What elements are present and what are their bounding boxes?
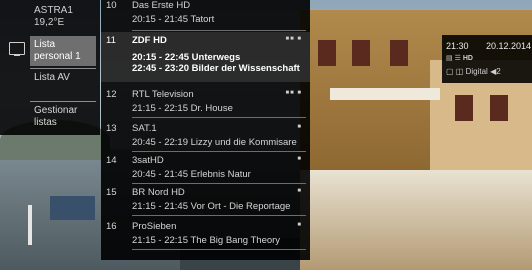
window [352, 40, 370, 66]
teletext-icon: ☰ [454, 55, 461, 62]
satellite-header: ASTRA1 19,2°E [34, 5, 98, 29]
channel-name: ProSieben [132, 221, 177, 232]
channel-number: 15 [106, 187, 117, 198]
window [490, 95, 508, 121]
channel-row[interactable]: 16 ProSieben ■ 21:15 - 22:15 The Big Ban… [101, 218, 310, 250]
channel-flags-icon: ■■ ■ [285, 36, 302, 42]
channel-name: RTL Television [132, 89, 194, 100]
progress-bar [132, 215, 306, 216]
channel-flags-icon: ■ [297, 124, 302, 130]
channel-number: 14 [106, 155, 117, 166]
tv-icon: ▢ [446, 67, 454, 76]
menu-item-lista-av[interactable]: Lista AV [30, 69, 96, 87]
menu-item-gestionar-listas[interactable]: Gestionar listas [30, 102, 96, 132]
channel-list: 10 Das Erste HD 20:15 - 21:45 Tatort 11 … [101, 0, 310, 260]
audio-label: Digital [465, 67, 488, 76]
small-boat [50, 196, 95, 220]
audio-count: 2 [496, 67, 501, 76]
next-program: 22:45 - 23:20 Bilder der Wissenschaft [132, 63, 300, 74]
progress-bar [132, 30, 306, 31]
channel-flags-icon: ■ [297, 188, 302, 194]
mast [28, 205, 32, 245]
current-program: 21:15 - 22:15 The Big Bang Theory [132, 235, 281, 246]
channel-number: 13 [106, 123, 117, 134]
audio-info: ▢ ◫ Digital ◀2 [446, 67, 501, 76]
channel-number: 10 [106, 0, 117, 11]
channel-row-selected[interactable]: 11 ZDF HD ■■ ■ 20:15 - 22:45 Unterwegs 2… [101, 32, 310, 82]
date: 20.12.2014 [486, 41, 532, 51]
clock-time: 21:30 [446, 41, 469, 51]
channel-row[interactable]: 12 RTL Television ■■ ■ 21:15 - 22:15 Dr.… [101, 86, 310, 118]
channel-name: ZDF HD [132, 35, 167, 46]
channel-name: SAT.1 [132, 123, 157, 134]
channel-flags-icon: ■ [297, 222, 302, 228]
dolby-icon: ◫ [455, 67, 464, 76]
subtitle-icon: ▤ [446, 55, 453, 62]
channel-flags-icon: ■ [297, 156, 302, 162]
channel-row[interactable]: 13 SAT.1 ■ 20:45 - 22:19 Lizzy und die K… [101, 120, 310, 152]
channel-row[interactable]: 10 Das Erste HD 20:15 - 21:45 Tatort [101, 0, 310, 31]
channel-name: Das Erste HD [132, 0, 191, 11]
channel-row[interactable]: 15 BR Nord HD ■ 21:15 - 21:45 Vor Ort - … [101, 184, 310, 216]
channel-name: BR Nord HD [132, 187, 185, 198]
satellite-menu: ASTRA1 19,2°E Lista personal 1 Lista AV … [0, 0, 100, 135]
channel-flags-icon: ■■ ■ [285, 90, 302, 96]
current-program: 20:15 - 21:45 Tatort [132, 14, 215, 25]
boat [300, 170, 532, 270]
progress-bar [132, 117, 306, 118]
window [455, 95, 473, 121]
current-program: 20:45 - 22:19 Lizzy und die Kommisare [132, 137, 297, 148]
channel-number: 12 [106, 89, 117, 100]
satellite-position: 19,2°E [34, 17, 65, 28]
channel-name: 3satHD [132, 155, 164, 166]
awning [330, 88, 440, 100]
current-program: 20:15 - 22:45 Unterwegs [132, 52, 241, 63]
info-box: 21:30 20.12.2014 ▤ ☰ HD ▢ ◫ Digital ◀2 [442, 35, 532, 83]
tv-icon [9, 42, 25, 56]
channel-number: 16 [106, 221, 117, 232]
satellite-name: ASTRA1 [34, 5, 73, 16]
current-program: 21:15 - 22:15 Dr. House [132, 103, 233, 114]
window [318, 40, 336, 66]
progress-bar [132, 249, 306, 250]
channel-row[interactable]: 14 3satHD ■ 20:45 - 21:45 Erlebnis Natur [101, 152, 310, 184]
menu-item-lista-personal[interactable]: Lista personal 1 [30, 36, 96, 66]
hd-badge: HD [462, 55, 473, 62]
status-icons: ▤ ☰ HD [446, 54, 473, 62]
current-program: 20:45 - 21:45 Erlebnis Natur [132, 169, 251, 180]
window [390, 40, 408, 66]
channel-number: 11 [106, 35, 116, 46]
current-program: 21:15 - 21:45 Vor Ort - Die Reportage [132, 201, 291, 212]
